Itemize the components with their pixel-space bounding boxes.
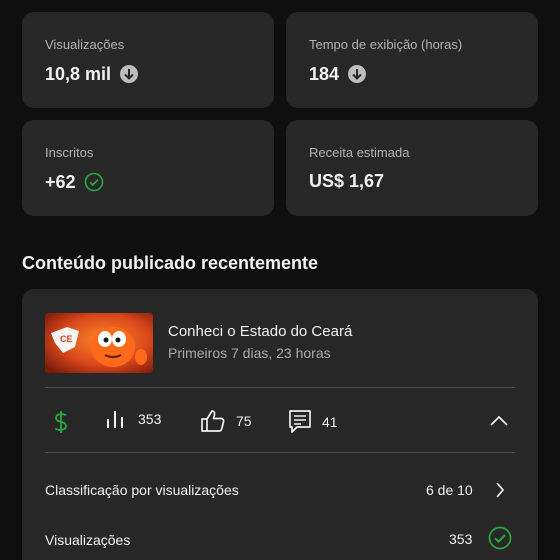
comment-icon <box>288 409 312 435</box>
likes-metric[interactable]: 75 <box>200 409 252 433</box>
revenue-metric[interactable] <box>52 410 70 434</box>
subscribers-stat-card[interactable]: Inscritos +62 <box>22 120 274 216</box>
arrow-down-circle-icon <box>119 64 139 84</box>
views-row-value: 353 <box>449 531 473 547</box>
views-metric[interactable]: 353 <box>106 409 161 429</box>
watch-time-stat-card[interactable]: Tempo de exibição (horas) 184 <box>286 12 538 108</box>
subscribers-stat-label: Inscritos <box>45 145 94 160</box>
divider <box>45 452 515 453</box>
video-thumbnail[interactable]: CE <box>45 313 153 373</box>
thumbnail-badge-text: CE <box>60 334 73 344</box>
revenue-stat-label: Receita estimada <box>309 145 410 160</box>
watch-time-stat-value: 184 <box>309 64 340 84</box>
likes-metric-value: 75 <box>236 413 252 429</box>
views-stat-card[interactable]: Visualizações 10,8 mil <box>22 12 274 108</box>
arrow-down-circle-icon <box>347 64 367 84</box>
watch-time-stat-label: Tempo de exibição (horas) <box>309 37 463 52</box>
views-stat-label: Visualizações <box>45 37 125 52</box>
revenue-stat-value: US$ 1,67 <box>309 171 385 191</box>
recent-content-card: CE Conheci o Estado do Ceará Primeiros 7… <box>22 289 538 560</box>
subscribers-stat-value-wrap: +62 <box>45 172 104 192</box>
check-circle-icon <box>84 172 104 192</box>
video-title[interactable]: Conheci o Estado do Ceará <box>168 323 352 340</box>
ranking-row[interactable]: Classificação por visualizações 6 de 10 <box>22 474 538 504</box>
chevron-right-icon <box>495 481 505 499</box>
divider <box>45 387 515 388</box>
section-title: Conteúdo publicado recentemente <box>22 253 319 273</box>
revenue-stat-card[interactable]: Receita estimada US$ 1,67 <box>286 120 538 216</box>
bar-chart-icon <box>106 409 128 429</box>
views-metric-value: 353 <box>138 411 162 427</box>
comments-metric-value: 41 <box>322 414 338 430</box>
views-row-label: Visualizações <box>45 532 131 548</box>
video-subtitle: Primeiros 7 dias, 23 horas <box>168 345 331 361</box>
views-row: Visualizações 353 <box>22 523 538 553</box>
ranking-value: 6 de 10 <box>426 482 473 498</box>
watch-time-stat-value-wrap: 184 <box>309 64 367 84</box>
thumbs-up-icon <box>200 409 226 433</box>
views-stat-value: 10,8 mil <box>45 64 112 84</box>
subscribers-stat-value: +62 <box>45 172 76 192</box>
dollar-icon <box>52 410 70 434</box>
revenue-stat-value-wrap: US$ 1,67 <box>309 172 384 190</box>
comments-metric[interactable]: 41 <box>288 409 338 435</box>
views-stat-value-wrap: 10,8 mil <box>45 64 139 84</box>
chevron-up-icon[interactable] <box>489 415 509 427</box>
check-circle-icon <box>488 526 512 550</box>
ranking-label: Classificação por visualizações <box>45 482 239 498</box>
